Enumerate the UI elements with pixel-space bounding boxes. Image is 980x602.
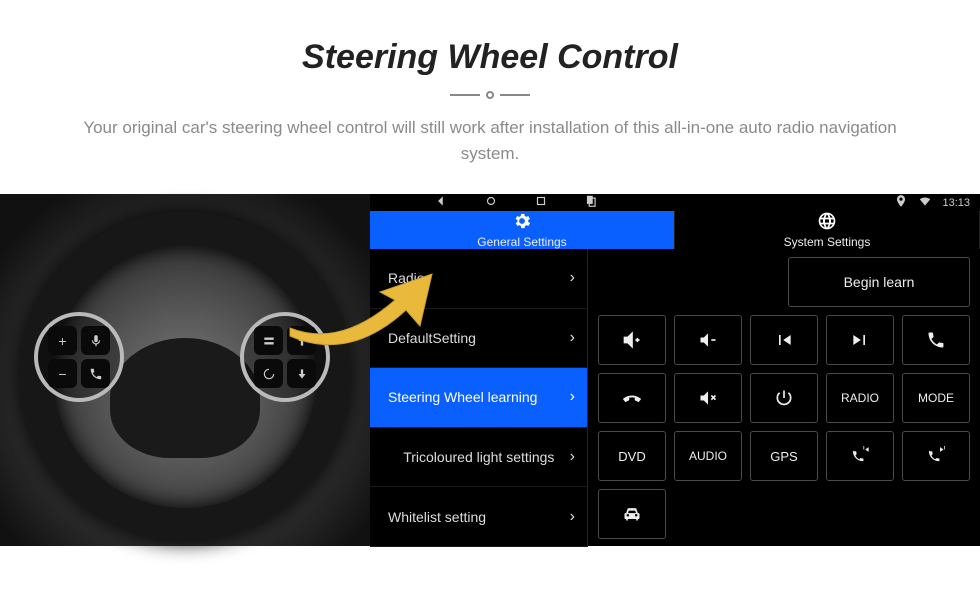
menu-item-steering-wheel-learning[interactable]: Steering Wheel learning › (370, 368, 587, 428)
chevron-right-icon: › (570, 329, 575, 347)
nav-back-icon[interactable] (434, 194, 448, 211)
swc-vol-up-button[interactable] (598, 315, 666, 365)
swc-prev-button[interactable] (750, 315, 818, 365)
swc-call-button[interactable] (902, 315, 970, 365)
wheel-button-cluster-left: + − (34, 312, 124, 402)
phone-next-icon (926, 446, 946, 466)
globe-icon (817, 211, 837, 231)
swc-phone-prev-button[interactable] (826, 431, 894, 481)
wheel-btn-voice (81, 326, 110, 355)
menu-label: Steering Wheel learning (388, 389, 537, 405)
product-stage: + − (0, 194, 980, 546)
swc-mute-button[interactable] (674, 373, 742, 423)
swc-gps-button[interactable]: GPS (750, 431, 818, 481)
chevron-right-icon: › (570, 508, 575, 526)
wheel-btn-plus: + (48, 326, 77, 355)
menu-item-default-setting[interactable]: DefaultSetting › (370, 309, 587, 369)
wheel-button-cluster-right (240, 312, 330, 402)
volume-up-icon (622, 330, 642, 350)
skip-prev-icon (774, 330, 794, 350)
wheel-btn-minus: − (48, 359, 77, 388)
swc-power-button[interactable] (750, 373, 818, 423)
phone-hangup-icon (622, 388, 642, 408)
power-icon (774, 388, 794, 408)
menu-label: Whitelist setting (388, 509, 486, 525)
nav-home-icon[interactable] (484, 194, 498, 211)
wifi-icon (918, 194, 932, 211)
swc-phone-next-button[interactable] (902, 431, 970, 481)
phone-icon (926, 330, 946, 350)
swc-mode-button[interactable]: MODE (902, 373, 970, 423)
nav-recent-icon[interactable] (534, 194, 548, 211)
volume-mute-icon (698, 388, 718, 408)
wheel-btn-phone (81, 359, 110, 388)
title-divider (0, 91, 980, 99)
swc-dvd-button[interactable]: DVD (598, 431, 666, 481)
hero-title: Steering Wheel Control (0, 38, 980, 77)
swc-next-button[interactable] (826, 315, 894, 365)
tab-general-label: General Settings (477, 235, 566, 249)
chevron-right-icon: › (570, 388, 575, 406)
menu-item-radio[interactable]: Radio › (370, 249, 587, 309)
car-icon (622, 504, 642, 524)
settings-sidemenu: Radio › DefaultSetting › Steering Wheel … (370, 249, 588, 547)
menu-label: Tricoloured light settings (388, 449, 570, 465)
menu-label: Radio (388, 270, 425, 286)
nav-screenshot-icon[interactable] (584, 194, 598, 211)
menu-item-whitelist[interactable]: Whitelist setting › (370, 487, 587, 547)
chevron-right-icon: › (570, 448, 575, 466)
gps-icon (894, 194, 908, 211)
headunit-screen: 13:13 General Settings System Settings R… (370, 194, 980, 546)
swc-learning-panel: Begin learn (588, 249, 980, 547)
hero-subtitle: Your original car's steering wheel contr… (70, 115, 910, 166)
skip-next-icon (850, 330, 870, 350)
begin-learn-button[interactable]: Begin learn (788, 257, 970, 307)
swc-radio-button[interactable]: RADIO (826, 373, 894, 423)
menu-label: DefaultSetting (388, 330, 476, 346)
swc-vol-down-button[interactable] (674, 315, 742, 365)
tab-system-label: System Settings (784, 235, 871, 249)
wheel-btn-up (287, 326, 316, 355)
steering-wheel-photo: + − (0, 194, 370, 546)
clock-text: 13:13 (942, 197, 970, 209)
tab-general-settings[interactable]: General Settings (370, 211, 675, 249)
gear-icon (512, 211, 532, 231)
wheel-btn-cycle (254, 359, 283, 388)
wheel-btn-source (254, 326, 283, 355)
swc-audio-button[interactable]: AUDIO (674, 431, 742, 481)
wheel-btn-down (287, 359, 316, 388)
spacer (598, 257, 780, 307)
chevron-right-icon: › (570, 269, 575, 287)
phone-prev-icon (850, 446, 870, 466)
menu-item-tricoloured-light[interactable]: Tricoloured light settings › (370, 428, 587, 488)
swc-hangup-button[interactable] (598, 373, 666, 423)
android-statusbar: 13:13 (370, 194, 980, 211)
tab-system-settings[interactable]: System Settings (675, 211, 980, 249)
swc-car-button[interactable] (598, 489, 666, 539)
volume-down-icon (698, 330, 718, 350)
